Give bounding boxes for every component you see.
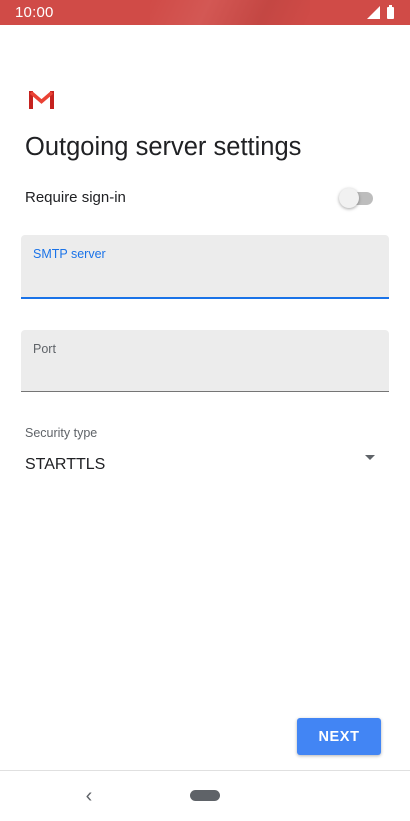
port-input[interactable] xyxy=(33,360,377,386)
next-button[interactable]: NEXT xyxy=(297,718,381,755)
home-icon[interactable] xyxy=(190,790,220,801)
gmail-logo xyxy=(29,91,54,109)
status-time: 10:00 xyxy=(15,4,54,21)
navigation-bar: ‹ xyxy=(0,770,410,821)
battery-icon xyxy=(387,5,394,19)
back-icon[interactable]: ‹ xyxy=(80,786,98,806)
status-bar: 10:00 xyxy=(0,0,410,25)
security-type-dropdown[interactable]: STARTTLS xyxy=(25,449,380,479)
security-type-label: Security type xyxy=(25,426,98,440)
page-title: Outgoing server settings xyxy=(25,133,302,161)
require-signin-toggle[interactable] xyxy=(339,188,375,208)
smtp-server-label: SMTP server xyxy=(33,247,106,261)
smtp-server-field[interactable]: SMTP server xyxy=(21,235,389,299)
require-signin-label: Require sign-in xyxy=(25,189,126,206)
status-icons xyxy=(367,5,394,19)
port-field[interactable]: Port xyxy=(21,330,389,392)
signal-icon xyxy=(367,6,380,19)
dropdown-arrow-icon xyxy=(365,455,375,460)
port-label: Port xyxy=(33,342,56,356)
status-bar-shade xyxy=(150,0,310,25)
security-type-value: STARTTLS xyxy=(25,456,106,473)
smtp-server-input[interactable] xyxy=(33,265,377,291)
require-signin-row: Require sign-in xyxy=(25,186,375,210)
toggle-thumb xyxy=(339,188,359,208)
